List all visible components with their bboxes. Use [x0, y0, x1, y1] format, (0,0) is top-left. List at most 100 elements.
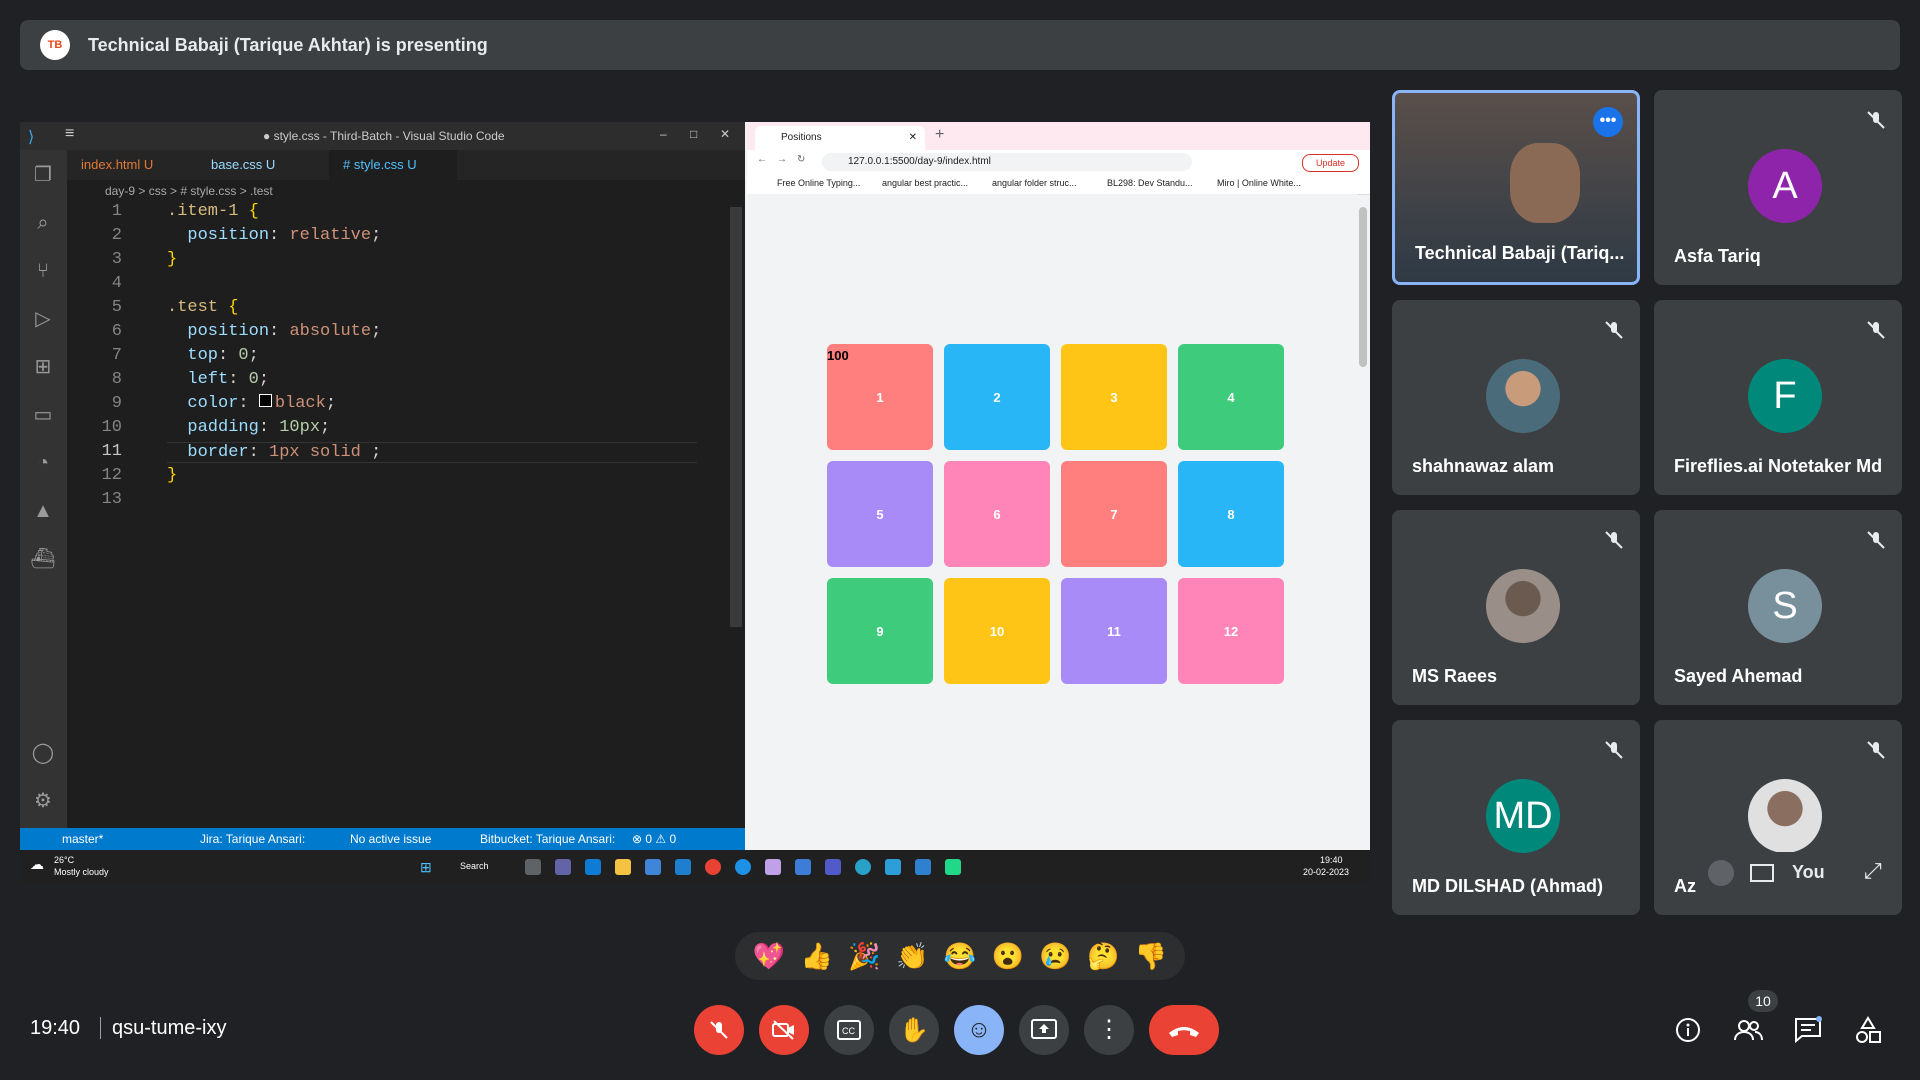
explorer-icon[interactable]: ❐ [30, 162, 56, 188]
activities-button[interactable] [1853, 1015, 1883, 1045]
property: position [167, 322, 270, 341]
more-options-button[interactable]: ⋮ [1084, 1005, 1134, 1055]
maximize-button[interactable]: □ [690, 127, 697, 141]
run-debug-icon[interactable]: ▷ [30, 306, 56, 332]
more-options-icon[interactable]: ••• [1593, 107, 1623, 137]
surprised-reaction-icon[interactable]: 😮 [992, 941, 1024, 972]
page-scrollbar[interactable] [1359, 207, 1367, 367]
leave-call-button[interactable] [1149, 1005, 1219, 1055]
participant-tile[interactable]: F Fireflies.ai Notetaker Md [1654, 300, 1902, 495]
pycharm-icon[interactable] [945, 859, 961, 875]
issue-status[interactable]: No active issue [350, 828, 431, 850]
teams-app-icon[interactable] [825, 859, 841, 875]
color-swatch[interactable] [258, 394, 272, 407]
laugh-reaction-icon[interactable]: 😂 [944, 941, 976, 972]
tab-base-css[interactable]: base.css U [197, 150, 289, 180]
minimize-button[interactable]: – [660, 127, 667, 141]
bookmark-item[interactable]: Free Online Typing... [777, 178, 860, 188]
shared-screen: ⟩ ≡ ● style.css - Third-Batch - Visual S… [20, 122, 1370, 884]
close-tab-icon[interactable]: ✕ [909, 126, 917, 150]
mic-toggle-button[interactable] [694, 1005, 744, 1055]
problems-status[interactable]: ⊗ 0 ⚠ 0 [632, 828, 676, 850]
telegram-icon[interactable] [885, 859, 901, 875]
heart-reaction-icon[interactable]: 💖 [753, 941, 785, 972]
grid-box: 12 [1178, 578, 1284, 684]
azure-icon[interactable]: ▲ [30, 498, 56, 524]
windows-start-icon[interactable]: ⊞ [420, 859, 432, 876]
participant-tile[interactable]: MD MD DILSHAD (Ahmad) [1392, 720, 1640, 915]
reload-icon[interactable]: ↻ [797, 154, 805, 165]
timeline-icon[interactable]: ◔ [30, 450, 56, 476]
participant-tile[interactable]: A Asfa Tariq [1654, 90, 1902, 285]
docker-icon[interactable]: ⛴ [30, 546, 56, 572]
captions-button[interactable]: CC [824, 1005, 874, 1055]
present-button[interactable] [1019, 1005, 1069, 1055]
clap-reaction-icon[interactable]: 👏 [896, 941, 928, 972]
party-reaction-icon[interactable]: 🎉 [848, 941, 880, 972]
expand-icon[interactable]: ⤢ [1864, 858, 1882, 884]
code-line: color: black; [167, 394, 336, 413]
bookmark-item[interactable]: angular folder struc... [992, 178, 1077, 188]
search-icon[interactable]: ⌕ [30, 210, 56, 236]
editor-scrollbar[interactable] [730, 207, 742, 627]
vscode-taskbar-icon[interactable] [915, 859, 931, 875]
code-editor[interactable]: 1 2 3 4 5 6 7 8 9 10 11 12 13 .item-1 { … [67, 202, 697, 802]
tab-index-html[interactable]: index.html U [67, 150, 167, 180]
mail-icon[interactable] [675, 859, 691, 875]
camera-toggle-button[interactable] [759, 1005, 809, 1055]
app-icon[interactable] [855, 859, 871, 875]
thumbs-up-reaction-icon[interactable]: 👍 [800, 941, 832, 972]
bookmark-item[interactable]: Miro | Online White... [1217, 178, 1301, 188]
file-explorer-icon[interactable] [615, 859, 631, 875]
reactions-button[interactable]: ☺ [954, 1005, 1004, 1055]
settings-gear-icon[interactable]: ⚙ [30, 788, 56, 814]
teams-icon[interactable] [555, 859, 571, 875]
forward-icon[interactable]: → [777, 154, 787, 165]
grid-box: 10 [944, 578, 1050, 684]
notepad-icon[interactable] [795, 859, 811, 875]
taskbar-search[interactable]: Search [460, 861, 489, 871]
self-mic-off-icon[interactable] [1708, 860, 1734, 886]
people-button[interactable] [1733, 1015, 1763, 1045]
breadcrumb[interactable]: day-9 > css > # style.css > .test [67, 180, 745, 202]
raise-hand-button[interactable]: ✋ [889, 1005, 939, 1055]
new-tab-icon[interactable]: + [935, 126, 944, 144]
close-button[interactable]: ✕ [720, 127, 730, 141]
source-control-icon[interactable]: ⑂ [30, 258, 56, 284]
update-button[interactable]: Update [1302, 154, 1359, 172]
edge-icon[interactable] [585, 859, 601, 875]
remote-icon[interactable]: ▭ [30, 402, 56, 428]
grid-box: 6 [944, 461, 1050, 567]
participant-tile[interactable]: S Sayed Ahemad [1654, 510, 1902, 705]
skype-icon[interactable] [735, 859, 751, 875]
bitbucket-status[interactable]: Bitbucket: Tarique Ansari: [480, 828, 615, 850]
browser-tab[interactable]: Positions ✕ [755, 126, 925, 150]
slack-icon[interactable] [765, 859, 781, 875]
code-line: padding: 10px; [167, 418, 330, 437]
meeting-details-button[interactable] [1673, 1015, 1703, 1045]
account-icon[interactable]: ◯ [30, 740, 56, 766]
sad-reaction-icon[interactable]: 😢 [1039, 941, 1071, 972]
mic-off-icon [710, 1021, 728, 1039]
thinking-reaction-icon[interactable]: 🤔 [1087, 941, 1119, 972]
thumbs-down-reaction-icon[interactable]: 👎 [1135, 941, 1167, 972]
store-icon[interactable] [645, 859, 661, 875]
jira-status[interactable]: Jira: Tarique Ansari: [200, 828, 305, 850]
participant-tile[interactable]: MS Raees [1392, 510, 1640, 705]
tab-style-css[interactable]: # style.css U [329, 150, 457, 180]
self-camera-off-icon[interactable] [1750, 864, 1774, 882]
participant-tile[interactable]: Az You ⤢ [1654, 720, 1902, 915]
taskview-icon[interactable] [525, 859, 541, 875]
bookmark-item[interactable]: BL298: Dev Standu... [1107, 178, 1193, 188]
chat-button[interactable] [1793, 1015, 1823, 1045]
bookmark-item[interactable]: angular best practic... [882, 178, 968, 188]
extensions-icon[interactable]: ⊞ [30, 354, 56, 380]
address-bar[interactable]: 127.0.0.1:5500/day-9/index.html [822, 153, 1192, 171]
branch-status[interactable]: master* [62, 828, 103, 850]
back-icon[interactable]: ← [757, 154, 767, 165]
menu-icon[interactable]: ≡ [65, 125, 74, 143]
participant-tile-presenter[interactable]: ••• Technical Babaji (Tariq... [1392, 90, 1640, 285]
participant-tile[interactable]: shahnawaz alam [1392, 300, 1640, 495]
chrome-icon[interactable] [705, 859, 721, 875]
mic-off-icon [1602, 318, 1626, 342]
